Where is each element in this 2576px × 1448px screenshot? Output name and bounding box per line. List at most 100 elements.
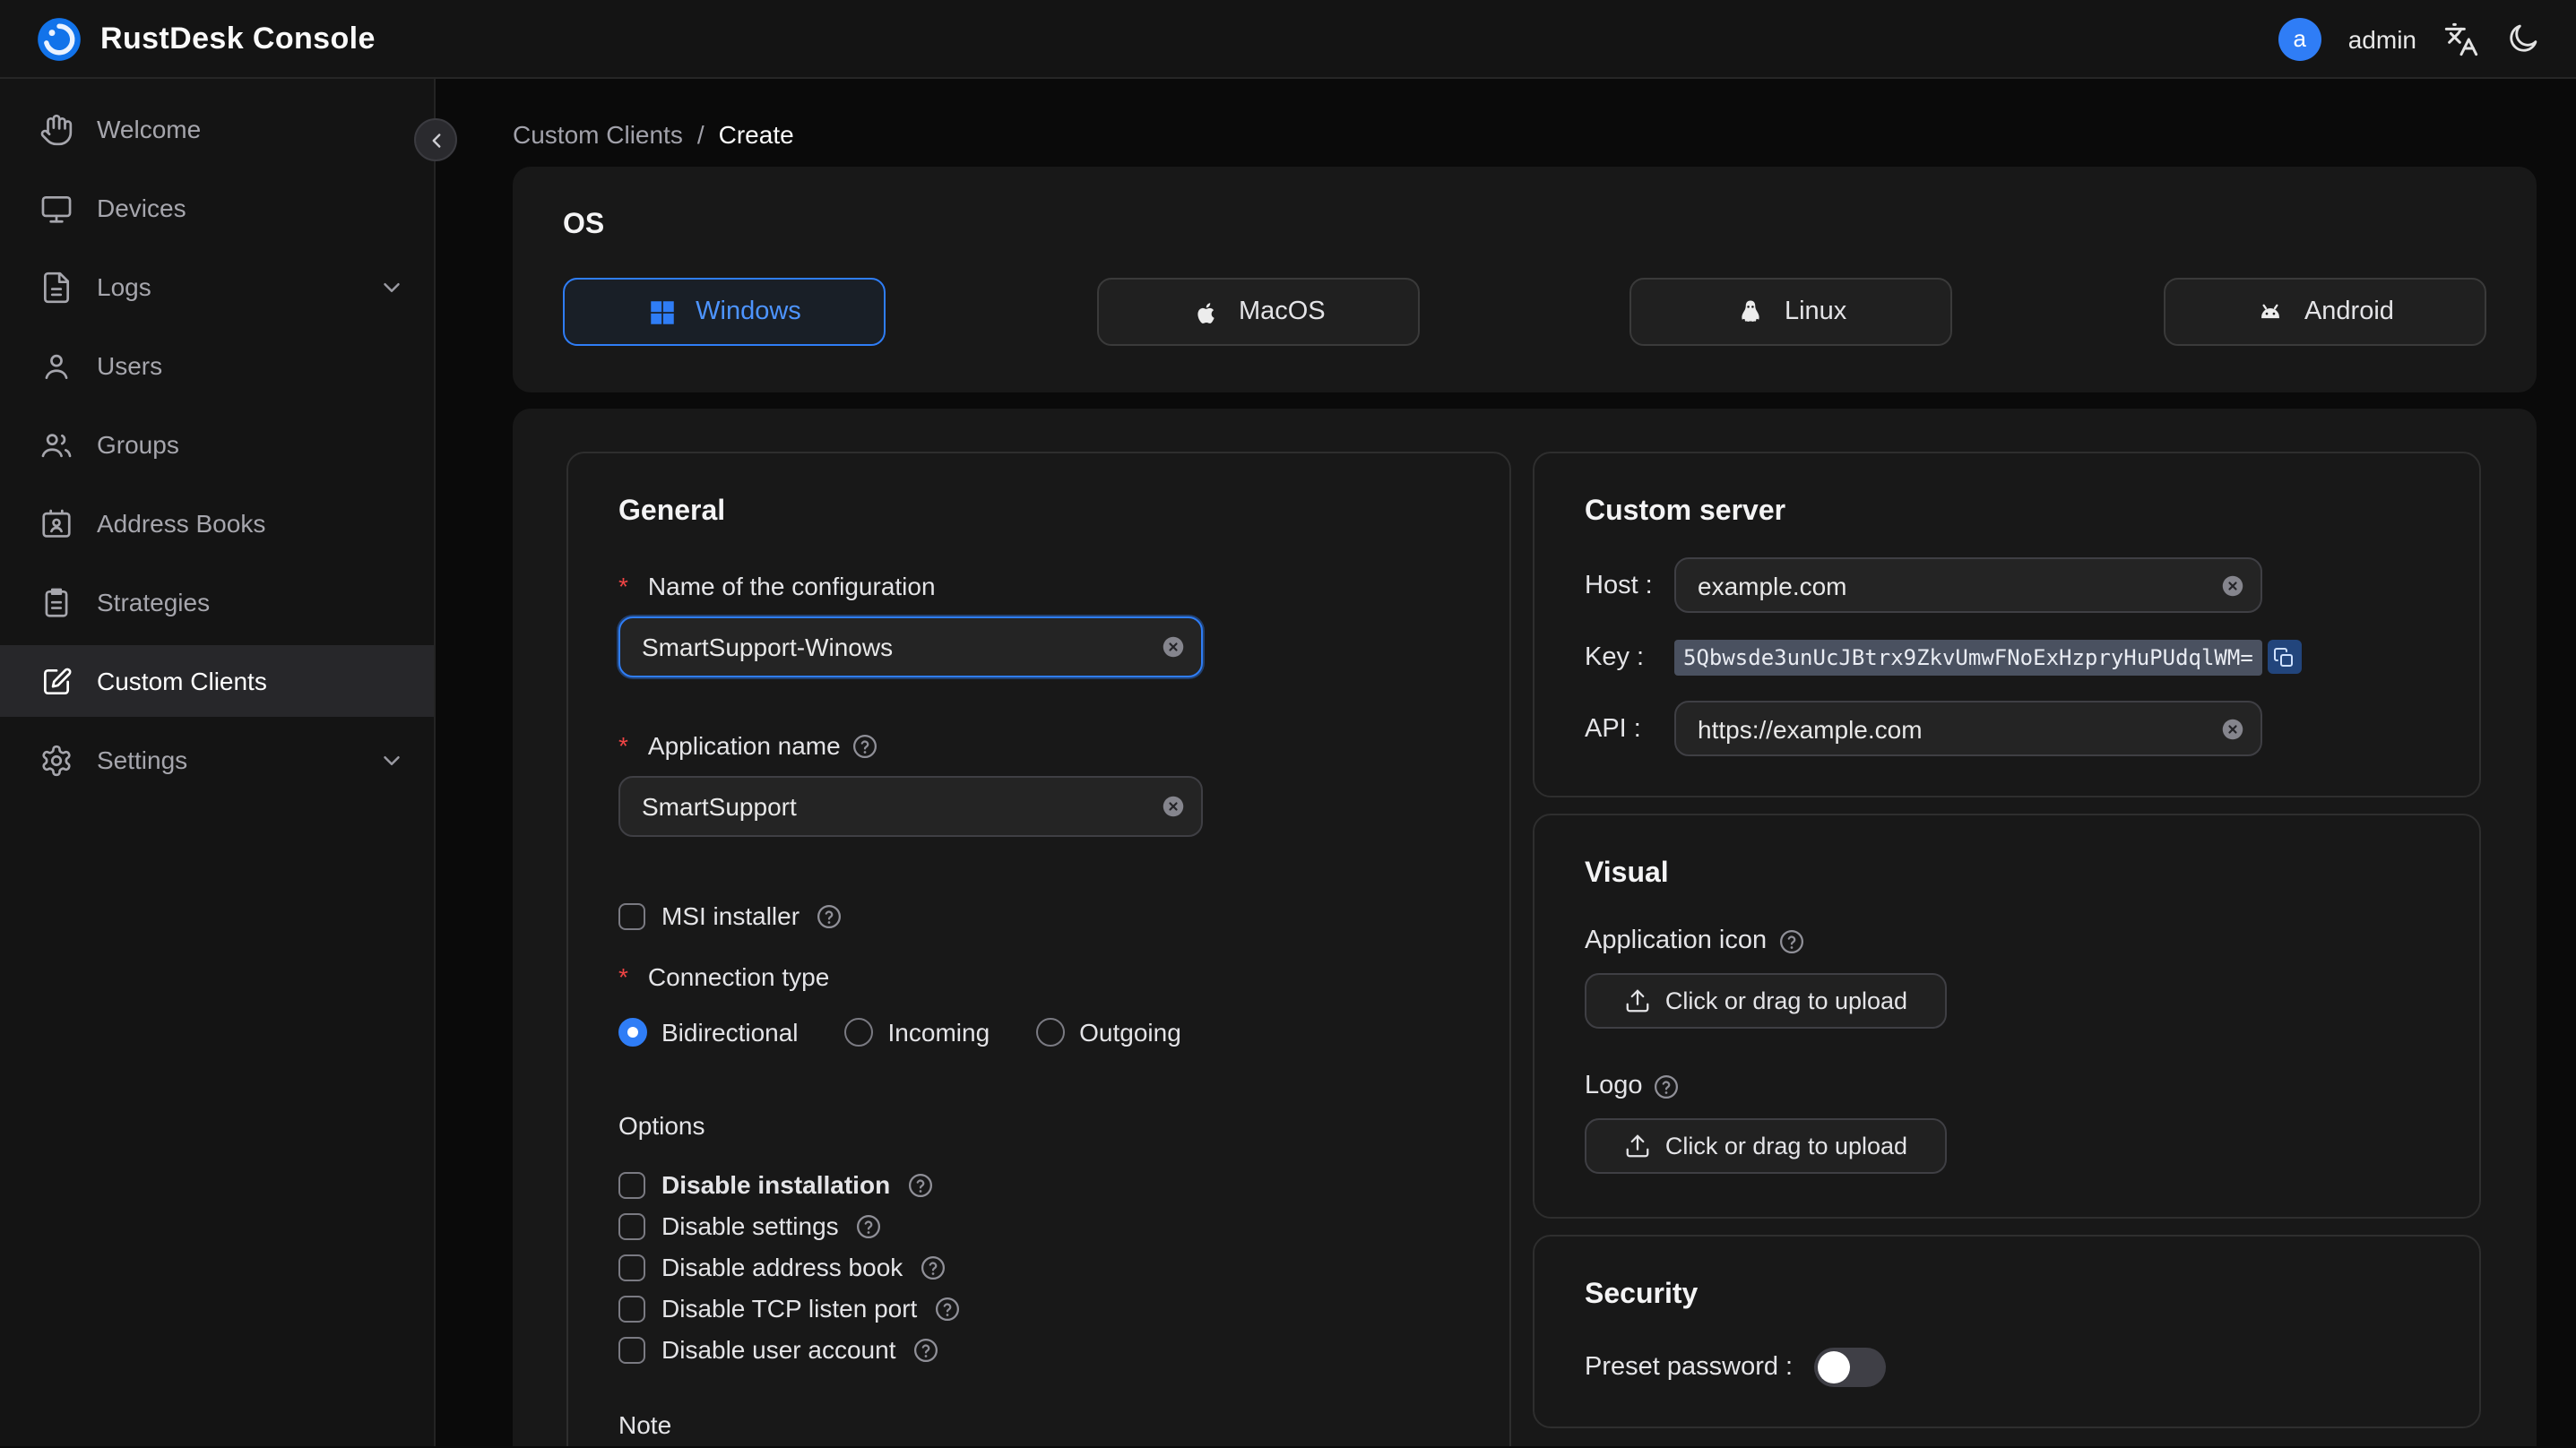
radio-circle (1036, 1018, 1066, 1047)
sidebar-item-label: Logs (97, 272, 151, 301)
sidebar-item-label: Address Books (97, 509, 266, 538)
user-avatar[interactable]: a (2278, 17, 2321, 60)
help-question-icon[interactable] (919, 1254, 946, 1280)
radio-outgoing[interactable]: Outgoing (1036, 1018, 1181, 1047)
os-button-android[interactable]: Android (2163, 278, 2486, 346)
security-panel: Security Preset password : (1533, 1235, 2481, 1428)
option-checkbox[interactable] (618, 1212, 645, 1239)
option-label: Disable TCP listen port (661, 1294, 918, 1323)
host-input[interactable] (1674, 557, 2262, 613)
clear-icon[interactable] (1160, 793, 1187, 820)
os-button-label: Android (2304, 297, 2394, 326)
copy-icon[interactable] (2267, 640, 2302, 674)
sidebar-item-custom-clients[interactable]: Custom Clients (0, 645, 434, 717)
clear-icon[interactable] (1160, 634, 1187, 660)
sidebar-item-welcome[interactable]: Welcome (0, 93, 434, 165)
option-label: Disable settings (661, 1211, 839, 1240)
breadcrumb-separator: / (696, 120, 705, 149)
help-question-icon[interactable] (933, 1295, 960, 1322)
sidebar-collapse-button[interactable] (414, 118, 457, 161)
custom-server-panel: Custom server Host : example.com Key: 5… (1533, 452, 2481, 797)
help-question-icon[interactable] (1654, 1073, 1681, 1099)
sidebar-item-settings[interactable]: Settings (0, 724, 434, 796)
radio-bidirectional[interactable]: Bidirectional (618, 1018, 799, 1047)
radio-circle (844, 1018, 874, 1047)
option-checkbox[interactable] (618, 1254, 645, 1280)
radio-label: Outgoing (1079, 1018, 1181, 1047)
user-name[interactable]: admin (2348, 24, 2416, 53)
android-robot-icon (2256, 297, 2286, 327)
help-question-icon[interactable] (906, 1171, 933, 1198)
sidebar-item-label: Welcome (97, 115, 202, 143)
option-disable-settings: Disable settings (618, 1211, 1459, 1240)
msi-installer-label: MSI installer (661, 901, 800, 930)
os-button-macos[interactable]: MacOS (1096, 278, 1420, 346)
user-icon (39, 349, 73, 383)
visual-panel: Visual Application icon Click or drag to… (1533, 814, 2481, 1219)
sidebar-item-address-books[interactable]: Address Books (0, 487, 434, 559)
sidebar-item-users[interactable]: Users (0, 330, 434, 401)
preset-password-toggle[interactable] (1814, 1348, 1887, 1387)
name-input[interactable] (618, 616, 1203, 677)
custom-server-rows: Host : Key : (1585, 557, 2429, 756)
host-input-wrap (1674, 557, 2262, 613)
app-name-input[interactable] (618, 776, 1203, 837)
os-card-title: OS (563, 210, 605, 240)
os-button-linux[interactable]: Linux (1629, 278, 1953, 346)
topbar: RustDesk Console a admin (0, 0, 2576, 79)
app-title: RustDesk Console (100, 21, 376, 55)
msi-installer-checkbox[interactable] (618, 902, 645, 929)
name-label: Name of the configuration (618, 572, 1459, 600)
help-question-icon[interactable] (816, 902, 843, 929)
sidebar-item-label: Groups (97, 430, 179, 459)
language-icon[interactable] (2443, 21, 2479, 56)
host-row: Host : (1585, 557, 2429, 613)
clear-icon[interactable] (2219, 715, 2246, 742)
app-icon-upload-button[interactable]: Click or drag to upload (1585, 973, 1947, 1029)
host-label: Host : (1585, 571, 1653, 599)
upload-icon (1624, 1133, 1651, 1159)
key-value[interactable]: 5Qbwsde3unUcJBtrx9ZkvUmwFNoExHzpryHuPUdq… (1674, 639, 2262, 675)
sidebar-item-label: Custom Clients (97, 667, 267, 695)
api-input[interactable] (1674, 701, 2262, 756)
help-question-icon[interactable] (851, 732, 878, 759)
theme-toggle-moon-icon[interactable] (2506, 22, 2540, 56)
application-icon-label-row: Application icon (1585, 927, 2429, 955)
help-question-icon[interactable] (855, 1212, 882, 1239)
security-title: Security (1585, 1280, 1699, 1310)
option-checkbox[interactable] (618, 1336, 645, 1363)
clear-icon[interactable] (2219, 572, 2246, 599)
os-button-windows[interactable]: Windows (563, 278, 886, 346)
key-box: 5Qbwsde3unUcJBtrx9ZkvUmwFNoExHzpryHuPUdq… (1674, 639, 2302, 675)
sidebar-item-logs[interactable]: Logs (0, 251, 434, 323)
right-column: Custom server Host : example.com Key: 5… (1533, 452, 2481, 1428)
clipboard-list-icon (39, 585, 73, 619)
option-label: Disable installation (661, 1170, 891, 1199)
option-label: Disable address book (661, 1253, 903, 1281)
app-name-label: Application name (618, 731, 1459, 760)
os-button-label: MacOS (1238, 297, 1326, 326)
radio-incoming[interactable]: Incoming (844, 1018, 990, 1047)
breadcrumb-parent[interactable]: Custom Clients (513, 120, 683, 149)
help-question-icon[interactable] (912, 1336, 939, 1363)
sidebar-item-strategies[interactable]: Strategies (0, 566, 434, 638)
key-row: Key : 5Qbwsde3unUcJBtrx9ZkvUmwFNoExHzpry… (1585, 629, 2429, 685)
option-checkbox[interactable] (618, 1295, 645, 1322)
option-disable-tcp-listen-port: Disable TCP listen port (618, 1294, 1459, 1323)
help-question-icon[interactable] (1777, 927, 1804, 954)
sidebar-item-devices[interactable]: Devices (0, 172, 434, 244)
option-checkbox[interactable] (618, 1171, 645, 1198)
chevron-down-icon (378, 273, 405, 300)
os-button-label: Windows (696, 297, 801, 326)
sidebar-item-label: Devices (97, 194, 186, 222)
sidebar-item-groups[interactable]: Groups (0, 409, 434, 480)
radio-label: Bidirectional (661, 1018, 799, 1047)
preset-password-label: Preset password : (1585, 1353, 1794, 1382)
msi-installer-row: MSI installer (618, 901, 1459, 930)
monitor-icon (39, 191, 73, 225)
logo-upload-button[interactable]: Click or drag to upload (1585, 1118, 1947, 1174)
general-title: General (618, 496, 726, 527)
gear-icon (39, 743, 73, 777)
topbar-actions: a admin (2278, 17, 2540, 60)
sidebar-item-label: Users (97, 351, 163, 380)
